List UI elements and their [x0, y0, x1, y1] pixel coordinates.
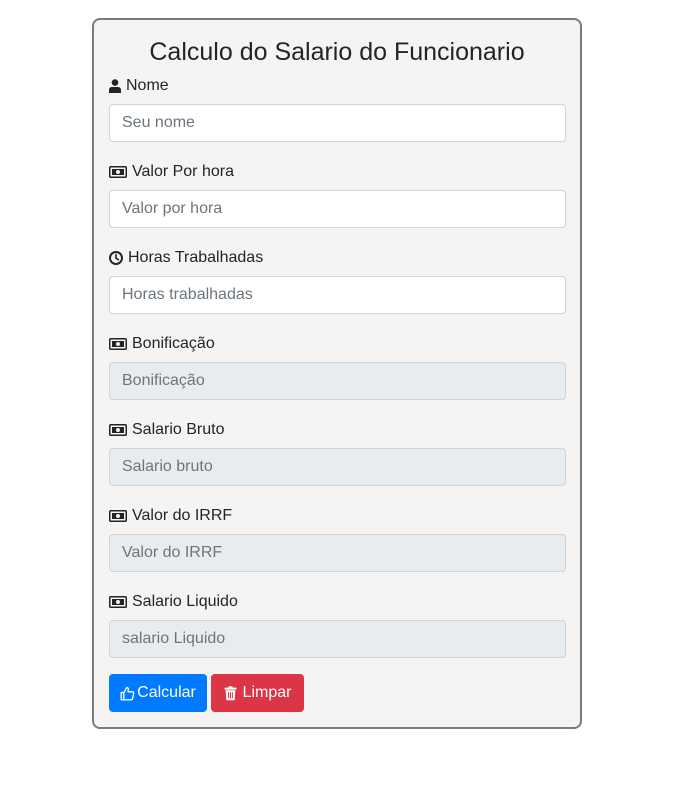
- valor-irrf-label: Valor do IRRF: [109, 505, 232, 527]
- horas-trabalhadas-label: Horas Trabalhadas: [109, 247, 263, 269]
- money-bill-icon: [109, 510, 127, 522]
- salario-liquido-input[interactable]: [109, 620, 566, 658]
- limpar-button-label: Limpar: [242, 684, 292, 701]
- user-icon: [109, 79, 121, 93]
- trash-icon: [224, 685, 237, 701]
- money-bill-icon: [109, 338, 127, 350]
- salario-bruto-label: Salario Bruto: [109, 419, 225, 441]
- salario-liquido-label: Salario Liquido: [109, 591, 238, 613]
- clock-icon: [109, 251, 123, 265]
- money-bill-icon: [109, 424, 127, 436]
- calcular-button-label: Calcular: [137, 684, 196, 701]
- valor-irrf-input[interactable]: [109, 534, 566, 572]
- form-title: Calculo do Salario do Funcionario: [149, 38, 525, 66]
- bonificacao-input[interactable]: [109, 362, 566, 400]
- nome-input[interactable]: [109, 104, 566, 142]
- salary-form-card: Calculo do Salario do Funcionario Nome V…: [92, 18, 582, 729]
- horas-trabalhadas-input[interactable]: [109, 276, 566, 314]
- nome-label: Nome: [109, 75, 169, 97]
- salario-liquido-label-text: Salario Liquido: [132, 593, 238, 610]
- money-bill-icon: [109, 596, 127, 608]
- horas-trabalhadas-label-text: Horas Trabalhadas: [128, 249, 264, 266]
- thumbs-up-icon: [120, 686, 135, 701]
- valor-hora-input[interactable]: [109, 190, 566, 228]
- money-bill-icon: [109, 166, 127, 178]
- limpar-button[interactable]: Limpar: [211, 674, 304, 712]
- valor-hora-label: Valor Por hora: [109, 161, 234, 183]
- nome-label-text: Nome: [126, 77, 169, 94]
- salario-bruto-label-text: Salario Bruto: [132, 421, 225, 438]
- salario-bruto-input[interactable]: [109, 448, 566, 486]
- bonificacao-label-text: Bonificação: [132, 335, 215, 352]
- calcular-button[interactable]: Calcular: [109, 674, 207, 712]
- bonificacao-label: Bonificação: [109, 333, 215, 355]
- valor-hora-label-text: Valor Por hora: [132, 163, 234, 180]
- valor-irrf-label-text: Valor do IRRF: [132, 507, 233, 524]
